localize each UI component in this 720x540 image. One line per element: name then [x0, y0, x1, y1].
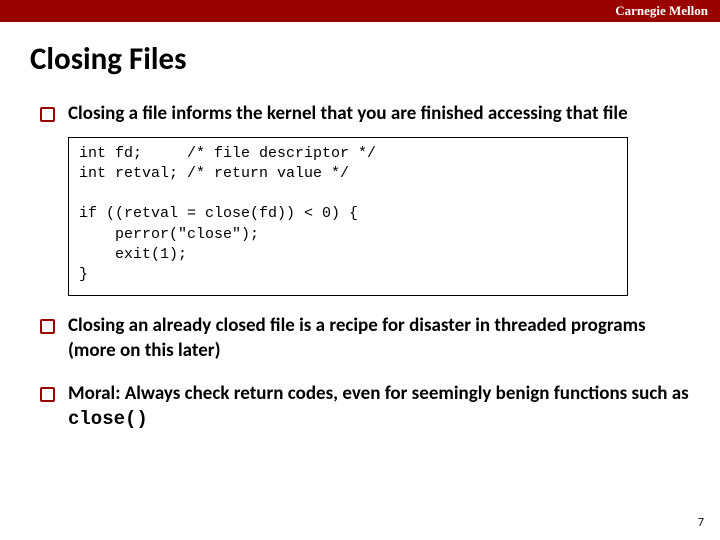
bullet-text-1: Closing a file informs the kernel that y…: [68, 102, 628, 125]
brand-text: Carnegie Mellon: [615, 3, 708, 19]
code-block: int fd; /* file descriptor */ int retval…: [68, 137, 628, 297]
bullet-code-3: close(): [68, 408, 148, 430]
bullet-item-2: Closing an already closed file is a reci…: [38, 314, 690, 363]
bullet-list: Closing a file informs the kernel that y…: [30, 102, 690, 431]
page-title: Closing Files: [30, 40, 690, 78]
slide-content: Closing Files Closing a file informs the…: [0, 22, 720, 431]
header-bar: Carnegie Mellon: [0, 0, 720, 22]
bullet-text-3: Moral: Always check return codes, even f…: [68, 382, 689, 405]
bullet-text-2: Closing an already closed file is a reci…: [68, 314, 646, 362]
page-number: 7: [698, 516, 704, 530]
bullet-item-1: Closing a file informs the kernel that y…: [38, 102, 690, 296]
bullet-item-3: Moral: Always check return codes, even f…: [38, 382, 690, 431]
